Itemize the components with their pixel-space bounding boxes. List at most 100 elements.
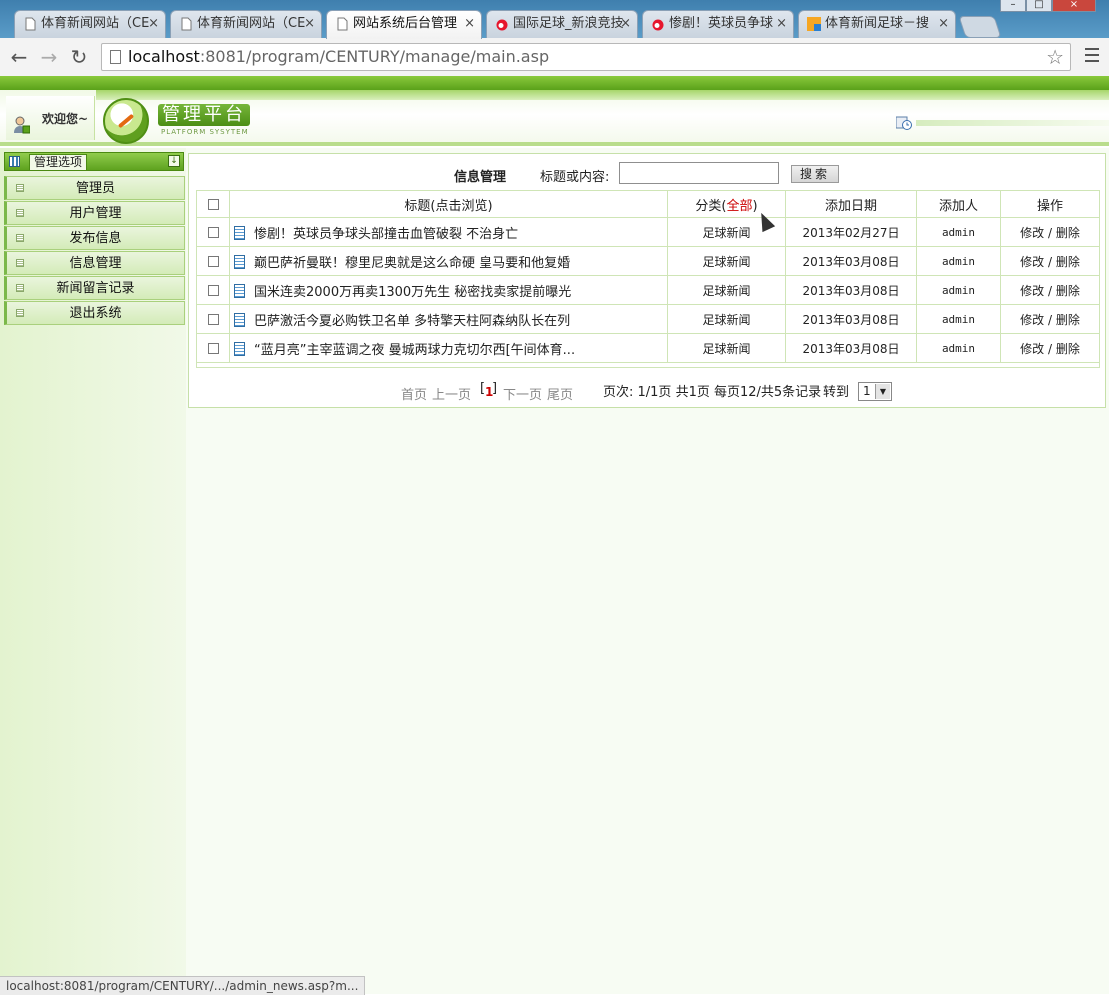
browser-tab[interactable]: 体育新闻网站（CE ×	[14, 10, 166, 38]
sidebar-item-manage-info[interactable]: 信息管理	[4, 251, 185, 275]
header-stripe	[96, 90, 1109, 100]
goto-label: 转到	[823, 385, 850, 400]
tab-label: 网站系统后台管理	[353, 16, 458, 31]
action-separator: /	[1044, 254, 1056, 269]
main-panel: 信息管理 标题或内容: 搜索 标题(点击浏览) 分类(全部) 添加日期 添加人 …	[186, 148, 1109, 994]
welcome-box: 欢迎您~	[6, 96, 95, 140]
delete-link[interactable]: 删除	[1056, 226, 1080, 240]
action-separator: /	[1044, 225, 1056, 240]
next-page-link[interactable]: 下一页	[503, 384, 542, 403]
address-bar[interactable]: localhost:8081/program/CENTURY/manage/ma…	[101, 43, 1071, 71]
edit-link[interactable]: 修改	[1020, 284, 1044, 298]
tab-label: 体育新闻网站（CE	[41, 16, 150, 31]
section-title: 信息管理	[454, 170, 507, 185]
row-author: admin	[916, 246, 1001, 276]
page-icon	[110, 50, 121, 64]
window-close-button[interactable]: ×	[1052, 0, 1096, 12]
tab-close-icon[interactable]: ×	[776, 11, 787, 37]
row-checkbox[interactable]	[207, 343, 219, 354]
header-bar	[916, 120, 1109, 126]
sidebar: 管理选项 ↓ 管理员 用户管理 发布信息 信息管理 新闻留言记录 退出系统	[0, 148, 186, 994]
delete-link[interactable]: 删除	[1056, 313, 1080, 327]
delete-link[interactable]: 删除	[1056, 342, 1080, 356]
back-icon[interactable]: ←	[7, 45, 31, 69]
edit-link[interactable]: 修改	[1020, 226, 1044, 240]
header-bottom-line	[0, 142, 1109, 146]
platform-title: 管理平台	[158, 104, 250, 126]
info-manage-box: 信息管理 标题或内容: 搜索 标题(点击浏览) 分类(全部) 添加日期 添加人 …	[188, 153, 1106, 408]
news-title-link[interactable]: 惨剧！英球员争球头部撞击血管破裂 不治身亡	[254, 227, 518, 242]
row-date: 2013年03月08日	[785, 333, 917, 363]
sidebar-item-label: 发布信息	[69, 231, 122, 246]
document-icon	[234, 283, 245, 298]
row-checkbox[interactable]	[207, 256, 219, 267]
sidebar-title-bar: 管理选项 ↓	[4, 152, 184, 171]
table-row: 巅巴萨祈曼联！穆里尼奥就是这么命硬 皇马要和他复婚 足球新闻 2013年03月0…	[196, 246, 1100, 276]
delete-link[interactable]: 删除	[1056, 284, 1080, 298]
last-page-link[interactable]: 尾页	[547, 384, 573, 403]
delete-link[interactable]: 删除	[1056, 255, 1080, 269]
maximize-button[interactable]: □	[1026, 0, 1052, 12]
goto-page-select[interactable]: 1 ▼	[858, 382, 892, 401]
edit-link[interactable]: 修改	[1020, 342, 1044, 356]
arrow-down-icon[interactable]: ↓	[168, 155, 180, 167]
edit-link[interactable]: 修改	[1020, 255, 1044, 269]
first-page-link[interactable]: 首页	[401, 384, 427, 403]
sidebar-item-logout[interactable]: 退出系统	[4, 301, 185, 325]
menu-icon[interactable]	[1085, 48, 1099, 64]
search-input[interactable]	[619, 162, 779, 184]
new-tab-button[interactable]	[958, 16, 1002, 38]
category-all-link[interactable]: 全部	[726, 199, 752, 214]
news-title-link[interactable]: “蓝月亮”主宰蓝调之夜 曼城两球力克切尔西[午间体育...	[254, 343, 575, 358]
reload-icon[interactable]: ↻	[67, 45, 91, 69]
sidebar-item-comments[interactable]: 新闻留言记录	[4, 276, 185, 300]
row-date: 2013年02月27日	[785, 217, 917, 247]
sidebar-item-publish[interactable]: 发布信息	[4, 226, 185, 250]
star-icon[interactable]: ☆	[1046, 44, 1064, 70]
logo-icon	[103, 98, 149, 144]
row-checkbox[interactable]	[207, 314, 219, 325]
browser-tab-active[interactable]: 网站系统后台管理 ×	[326, 10, 482, 39]
col-title: 标题(点击浏览)	[229, 190, 668, 218]
platform-subtitle: PLATFORM SYSYTEM	[161, 128, 249, 136]
browser-tab[interactable]: 体育新闻足球－搜 ×	[798, 10, 956, 38]
row-checkbox[interactable]	[207, 285, 219, 296]
tab-close-icon[interactable]: ×	[620, 11, 631, 37]
search-button[interactable]: 搜索	[791, 165, 839, 183]
edit-link[interactable]: 修改	[1020, 313, 1044, 327]
table-spacer-row	[196, 362, 1100, 368]
tab-close-icon[interactable]: ×	[938, 11, 949, 37]
forward-icon[interactable]: →	[37, 45, 61, 69]
tab-close-icon[interactable]: ×	[148, 11, 159, 37]
news-title-link[interactable]: 巅巴萨祈曼联！穆里尼奥就是这么命硬 皇马要和他复婚	[254, 256, 570, 271]
prev-page-link[interactable]: 上一页	[432, 384, 471, 403]
document-icon	[234, 225, 245, 240]
row-checkbox[interactable]	[207, 227, 219, 238]
select-all-cell	[196, 190, 230, 218]
select-all-checkbox[interactable]	[207, 198, 219, 210]
row-date: 2013年03月08日	[785, 275, 917, 305]
weibo-icon	[652, 19, 664, 31]
browser-tab[interactable]: 体育新闻网站（CE ×	[170, 10, 322, 38]
news-title-link[interactable]: 巴萨激活今夏必购铁卫名单 多特擎天柱阿森纳队长在列	[254, 314, 570, 329]
news-title-link[interactable]: 国米连卖2000万再卖1300万先生 秘密找卖家提前曝光	[254, 285, 571, 300]
sidebar-item-users[interactable]: 用户管理	[4, 201, 185, 225]
sidebar-item-admins[interactable]: 管理员	[4, 176, 185, 200]
soku-icon	[807, 17, 821, 31]
action-separator: /	[1044, 312, 1056, 327]
browser-tab[interactable]: 惨剧！英球员争球 ×	[642, 10, 794, 38]
action-separator: /	[1044, 341, 1056, 356]
tab-close-icon[interactable]: ×	[304, 11, 315, 37]
browser-tab[interactable]: 国际足球_新浪竞技 ×	[486, 10, 638, 38]
sidebar-item-label: 新闻留言记录	[56, 281, 135, 296]
page-icon	[337, 17, 348, 31]
row-author: admin	[916, 333, 1001, 363]
weibo-icon	[496, 19, 508, 31]
tab-close-icon[interactable]: ×	[464, 11, 475, 37]
goto-page-value: 1	[863, 384, 871, 398]
action-separator: /	[1044, 283, 1056, 298]
admin-header: 欢迎您~ 管理平台 PLATFORM SYSYTEM	[0, 76, 1109, 146]
row-date: 2013年03月08日	[785, 304, 917, 334]
user-icon	[14, 116, 30, 134]
minimize-button[interactable]: –	[1000, 0, 1026, 12]
